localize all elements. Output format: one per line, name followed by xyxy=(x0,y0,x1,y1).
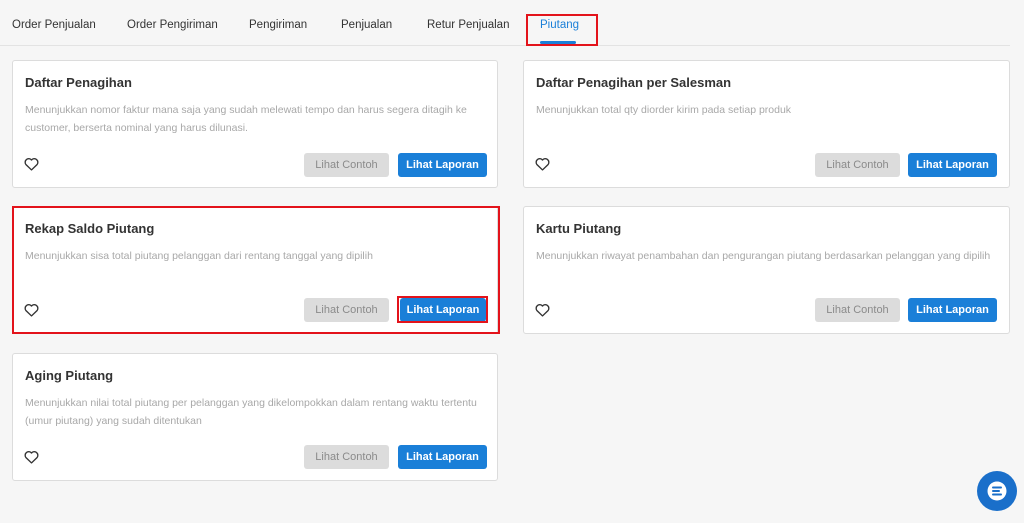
report-card-daftar-penagihan-per-salesman: Daftar Penagihan per Salesman Menunjukka… xyxy=(523,60,1010,188)
heart-icon[interactable] xyxy=(535,157,550,171)
lihat-laporan-button[interactable]: Lihat Laporan xyxy=(398,445,487,469)
heart-icon[interactable] xyxy=(24,450,39,464)
lihat-laporan-button[interactable]: Lihat Laporan xyxy=(398,153,487,177)
lihat-contoh-button[interactable]: Lihat Contoh xyxy=(815,298,900,322)
highlight-box-tab xyxy=(526,14,598,46)
lihat-contoh-button[interactable]: Lihat Contoh xyxy=(304,445,389,469)
tab-penjualan[interactable]: Penjualan xyxy=(341,19,392,31)
lihat-laporan-button[interactable]: Lihat Laporan xyxy=(908,153,997,177)
card-title: Daftar Penagihan xyxy=(25,75,132,90)
lihat-contoh-button[interactable]: Lihat Contoh xyxy=(304,153,389,177)
report-card-kartu-piutang: Kartu Piutang Menunjukkan riwayat penamb… xyxy=(523,206,1010,334)
tab-pengiriman[interactable]: Pengiriman xyxy=(249,19,307,31)
chat-button[interactable] xyxy=(977,471,1017,511)
report-tabs: Order Penjualan Order Pengiriman Pengiri… xyxy=(0,0,1010,46)
card-title: Aging Piutang xyxy=(25,368,114,383)
card-title: Daftar Penagihan per Salesman xyxy=(536,75,732,90)
card-description: Menunjukkan nomor faktur mana saja yang … xyxy=(25,104,467,134)
report-card-aging-piutang: Aging Piutang Menunjukkan nilai total pi… xyxy=(12,353,498,481)
highlight-box-button xyxy=(397,296,488,323)
lihat-contoh-button[interactable]: Lihat Contoh xyxy=(815,153,900,177)
report-card-daftar-penagihan: Daftar Penagihan Menunjukkan nomor faktu… xyxy=(12,60,498,188)
heart-icon[interactable] xyxy=(24,157,39,171)
tab-order-penjualan[interactable]: Order Penjualan xyxy=(12,19,96,31)
card-description: Menunjukkan nilai total piutang per pela… xyxy=(25,397,477,427)
tab-retur-penjualan[interactable]: Retur Penjualan xyxy=(427,19,509,31)
card-description: Menunjukkan total qty diorder kirim pada… xyxy=(536,104,792,116)
heart-icon[interactable] xyxy=(535,303,550,317)
card-title: Kartu Piutang xyxy=(536,221,622,236)
card-description: Menunjukkan riwayat penambahan dan pengu… xyxy=(536,250,991,262)
chat-icon xyxy=(987,481,1007,501)
tab-order-pengiriman[interactable]: Order Pengiriman xyxy=(127,19,218,31)
lihat-laporan-button[interactable]: Lihat Laporan xyxy=(908,298,997,322)
